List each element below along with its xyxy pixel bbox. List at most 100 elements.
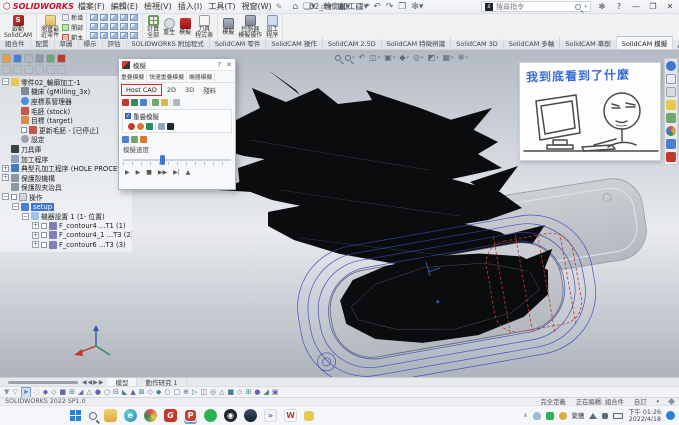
show-tool-icon[interactable] [122,99,129,106]
browse-recent-parts-button[interactable]: 瀏覽最 近零件 [40,15,60,40]
notification-badge[interactable] [666,411,675,420]
tab-solidcam-simulation[interactable]: SolidCAM 模擬 [617,36,674,49]
steam-icon[interactable] [244,409,257,422]
collapse-icon[interactable]: − [2,78,9,85]
resources-globe-icon[interactable] [666,61,676,71]
regenerate-button[interactable]: 重生 [162,18,176,37]
horizontal-scrollbar[interactable] [8,381,78,384]
tab-overlay-simulation[interactable]: 重疊模擬 [119,71,147,82]
purple-arrows-icon[interactable]: » [264,409,277,422]
ime-indicator[interactable]: 繁體 [572,411,585,420]
collapse-icon[interactable]: − [12,203,19,210]
expand-icon[interactable]: + [32,241,39,248]
tree-item-fixture-1[interactable]: + 保護殼機構 [2,173,132,183]
tab-2d[interactable]: 2D [163,85,180,95]
collapse-icon[interactable]: − [22,213,29,220]
play-button[interactable]: ▶ [125,169,130,176]
dialog-close-icon[interactable]: ✕ [226,61,232,69]
cam-tool-icon[interactable]: ◎ [210,388,216,397]
line-icon[interactable] [204,409,217,422]
graphics-viewport[interactable]: ▾ ↶ ◫▾ ▣▾ ◆▾ ◎▾ ◩▾ ▦▾ ✻▾ [0,50,679,377]
cam-tool-icon[interactable]: ■ [60,388,67,397]
cam-tool-icon[interactable]: ◫ [200,388,207,397]
machine-simulate-button[interactable]: 模擬 [221,18,235,37]
cam-tool-icon[interactable]: ○ [104,388,110,397]
dialog-help-icon[interactable]: ? [217,61,221,69]
tab-host-cad[interactable]: Host CAD [121,84,162,96]
tab-markup[interactable]: 標示 [79,37,103,49]
view-cube-icon[interactable] [100,14,108,21]
select-filter-icon[interactable]: ▽ [12,388,17,397]
report-icon[interactable] [140,136,147,143]
displaymanager-tab-icon[interactable] [46,54,55,63]
detach-button[interactable]: ▲ [186,169,191,176]
cam-tool-icon[interactable]: ◣ [122,388,127,397]
checkbox[interactable] [41,223,47,229]
design-library-icon[interactable] [666,87,676,97]
close-button[interactable]: ✕ [664,2,676,11]
tab-solidcam-afrm[interactable]: SolidCAM 特徵辨識 [382,37,452,49]
powerpoint-icon[interactable]: P [184,409,197,422]
motion-study-tab[interactable]: 動作研究 1 [137,378,186,386]
cam-tool-icon[interactable]: ● [254,388,260,397]
cam-tool-icon[interactable]: ⊞ [246,388,252,397]
tool-sheet-button[interactable]: 刀具 程式表 [194,15,214,40]
simulate-button[interactable]: 模擬 [178,18,192,37]
previous-view-icon[interactable]: ↶ [359,53,366,62]
view-cube-icon[interactable] [110,23,118,30]
tree-item-stock[interactable]: 毛胚 (stock) [2,106,132,116]
edge-icon[interactable]: e [124,409,137,422]
cam-tool-icon[interactable]: △ [86,388,91,397]
view-cube-icon[interactable] [120,23,128,30]
launch-solidcam-button[interactable]: S 啟動 SolidCAM [3,15,33,40]
menu-view[interactable]: 檢視(V) [144,1,172,12]
menu-edit[interactable]: 編輯(E) [111,1,138,12]
configuration-tab-icon[interactable] [24,54,33,63]
machining-process-button[interactable]: 加工 程序 [265,15,279,40]
view-palette-icon[interactable] [666,113,676,123]
cam-tool-icon[interactable]: ● [95,388,101,397]
cam-tool-icon[interactable]: ◆ [156,388,161,397]
cam-tool-icon[interactable]: ▷ [192,388,197,397]
cam-tool-icon[interactable]: ◇ [51,388,56,397]
tree-item-setup[interactable]: − setup [2,202,132,212]
run-to-icon[interactable] [137,123,144,130]
rebuild-icon[interactable]: ❐ [398,2,406,12]
menu-tools[interactable]: 工具(T) [208,1,235,12]
show-fixture-icon[interactable] [161,99,168,106]
tab-solidcam-part[interactable]: SolidCAM 零件 [210,37,267,49]
cam-tool-icon[interactable]: ▲ [130,388,135,397]
tree-item-machining-process[interactable]: 加工程序 [2,154,132,164]
dimxpert-tab-icon[interactable] [35,54,44,63]
stop-condition-icon[interactable] [167,123,174,130]
tab-nav-arrows[interactable]: ◀◀▶▶ [82,379,104,386]
view-cube-icon[interactable] [130,14,138,21]
file-explorer-icon[interactable] [666,100,676,110]
menu-insert[interactable]: 插入(I) [178,1,203,12]
command-search[interactable]: s ▾ [481,1,591,12]
home-icon[interactable] [666,74,676,84]
search-caret-icon[interactable]: ▾ [584,4,587,10]
tree-display-icon[interactable] [35,65,44,74]
view-cube-icon[interactable] [90,23,98,30]
restore-button[interactable]: ❐ [647,2,659,11]
tab-solidcam-multiaxis[interactable]: SolidCAM 多軸 [504,37,561,49]
tab-evaluate[interactable]: 評估 [103,37,127,49]
stop-button[interactable]: ■ [146,169,152,176]
compare-icon[interactable] [158,123,165,130]
view-orientation-icon[interactable]: ▣▾ [384,53,395,62]
file-explorer-icon[interactable] [104,409,117,422]
fast-forward-button[interactable]: ▶▶ [158,169,167,176]
cam-tool-icon[interactable]: □ [173,388,180,397]
collapse-icon[interactable]: − [2,193,9,200]
onedrive-cloud-icon[interactable] [533,412,541,420]
expand-icon[interactable]: + [32,232,39,239]
cam-tool-icon[interactable]: ⊕ [183,388,189,397]
view-cube-icon[interactable] [110,14,118,21]
tree-item-target[interactable]: 目標 (target) [2,115,132,125]
cam-tool-icon[interactable]: ◢ [263,388,268,397]
tab-solidcam-operations[interactable]: SolidCAM 操作 [266,37,323,49]
tree-item-tool-library[interactable]: 刀具庫 [2,144,132,154]
custom-properties-icon[interactable] [666,139,676,149]
options-gear-icon[interactable]: ✻▾ [411,2,423,12]
